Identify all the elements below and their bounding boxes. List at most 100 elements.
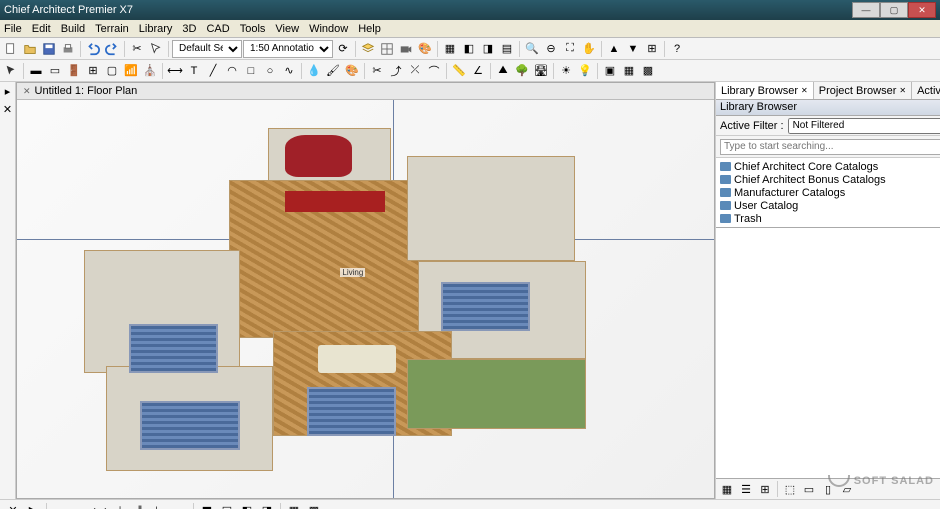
circle-icon[interactable]: ○ bbox=[261, 62, 279, 80]
zoom-out-icon[interactable]: ⊖ bbox=[542, 40, 560, 58]
door-icon[interactable]: 🚪 bbox=[65, 62, 83, 80]
light-icon[interactable]: 💡 bbox=[576, 62, 594, 80]
menu-3d[interactable]: 3D bbox=[182, 23, 196, 35]
floor-down-icon[interactable]: ▼ bbox=[624, 40, 642, 58]
bt-6-icon[interactable]: ⊢ bbox=[151, 502, 169, 509]
document-tab[interactable]: ✕ Untitled 1: Floor Plan bbox=[17, 83, 714, 100]
canvas-3d-view[interactable]: Living bbox=[17, 100, 714, 498]
eyedrop-icon[interactable]: 💧 bbox=[305, 62, 323, 80]
zoom-fit-icon[interactable]: ⛶ bbox=[561, 40, 579, 58]
break-icon[interactable]: ⤫ bbox=[406, 62, 424, 80]
cabinet-icon[interactable]: ▢ bbox=[103, 62, 121, 80]
maximize-button[interactable]: ▢ bbox=[880, 2, 908, 18]
help-icon[interactable]: ? bbox=[668, 40, 686, 58]
plant-icon[interactable]: 🌳 bbox=[513, 62, 531, 80]
search-input[interactable] bbox=[720, 139, 940, 155]
redo-icon[interactable] bbox=[103, 40, 121, 58]
tab-active-layer[interactable]: Active Layer Display Options bbox=[912, 82, 940, 99]
preview-list-icon[interactable]: ☰ bbox=[737, 480, 755, 498]
tree-node[interactable]: Trash bbox=[718, 212, 940, 225]
dimension-icon[interactable]: ⟷ bbox=[166, 62, 184, 80]
minimize-button[interactable]: — bbox=[852, 2, 880, 18]
bt-9-icon[interactable]: ⬓ bbox=[218, 502, 236, 509]
bt-5-icon[interactable]: ∥ bbox=[131, 502, 149, 509]
filter-select[interactable]: Not Filtered bbox=[788, 118, 940, 134]
extra1-icon[interactable]: ▣ bbox=[601, 62, 619, 80]
zoom-in-icon[interactable]: 🔍 bbox=[523, 40, 541, 58]
stair-icon[interactable]: 📶 bbox=[122, 62, 140, 80]
bt-13-icon[interactable]: ▩ bbox=[305, 502, 323, 509]
box-icon[interactable]: □ bbox=[242, 62, 260, 80]
render-icon[interactable]: 🎨 bbox=[416, 40, 434, 58]
paint-icon[interactable]: 🖌 bbox=[324, 62, 342, 80]
tab-close-icon[interactable]: ✕ bbox=[23, 86, 31, 97]
viewport[interactable]: ✕ Untitled 1: Floor Plan bbox=[16, 82, 715, 499]
sun-icon[interactable]: ☀ bbox=[557, 62, 575, 80]
menu-help[interactable]: Help bbox=[358, 23, 381, 35]
tool-c-icon[interactable]: ◨ bbox=[479, 40, 497, 58]
camera-icon[interactable] bbox=[397, 40, 415, 58]
wall-icon[interactable]: ▬ bbox=[27, 62, 45, 80]
menu-file[interactable]: File bbox=[4, 23, 22, 35]
preview-toggle-icon[interactable]: ▦ bbox=[718, 480, 736, 498]
menu-build[interactable]: Build bbox=[61, 23, 85, 35]
tree-node[interactable]: Chief Architect Bonus Catalogs bbox=[718, 173, 940, 186]
roof-icon[interactable]: ⛪ bbox=[141, 62, 159, 80]
tree-node[interactable]: User Catalog bbox=[718, 199, 940, 212]
extend-icon[interactable]: ⤴ bbox=[387, 62, 405, 80]
terrain-icon[interactable]: ⛰ bbox=[494, 62, 512, 80]
spline-icon[interactable]: ∿ bbox=[280, 62, 298, 80]
bt-11-icon[interactable]: ◨ bbox=[258, 502, 276, 509]
tab-library-browser[interactable]: Library Browser✕ bbox=[716, 82, 814, 99]
preview-3d-icon[interactable]: ⬚ bbox=[781, 480, 799, 498]
save-icon[interactable] bbox=[40, 40, 58, 58]
open-file-icon[interactable] bbox=[21, 40, 39, 58]
material-icon[interactable]: 🎨 bbox=[343, 62, 361, 80]
tree-node[interactable]: Manufacturer Catalogs bbox=[718, 186, 940, 199]
menu-edit[interactable]: Edit bbox=[32, 23, 51, 35]
measure-icon[interactable]: 📏 bbox=[450, 62, 468, 80]
bt-next-icon[interactable]: ▶ bbox=[24, 502, 42, 509]
select-icon[interactable] bbox=[147, 40, 165, 58]
bt-2-icon[interactable]: ▭ bbox=[71, 502, 89, 509]
rail-close-icon[interactable]: ✕ bbox=[1, 101, 15, 117]
bt-7-icon[interactable]: ⫠ bbox=[171, 502, 189, 509]
preview-front-icon[interactable]: ▭ bbox=[800, 480, 818, 498]
floor-up-icon[interactable]: ▲ bbox=[605, 40, 623, 58]
library-tree[interactable]: Chief Architect Core Catalogs Chief Arch… bbox=[716, 158, 940, 228]
extra3-icon[interactable]: ▩ bbox=[639, 62, 657, 80]
window-icon[interactable]: ⊞ bbox=[84, 62, 102, 80]
tree-node[interactable]: Chief Architect Core Catalogs bbox=[718, 160, 940, 173]
reference-icon[interactable]: ⊞ bbox=[643, 40, 661, 58]
menu-terrain[interactable]: Terrain bbox=[95, 23, 129, 35]
pan-icon[interactable]: ✋ bbox=[580, 40, 598, 58]
menu-library[interactable]: Library bbox=[139, 23, 173, 35]
menu-cad[interactable]: CAD bbox=[206, 23, 229, 35]
annotations-select[interactable]: 1:50 Annotations bbox=[243, 40, 333, 58]
new-file-icon[interactable] bbox=[2, 40, 20, 58]
extra2-icon[interactable]: ▦ bbox=[620, 62, 638, 80]
bt-8-icon[interactable]: ⬒ bbox=[198, 502, 216, 509]
rail-select-icon[interactable]: ▸ bbox=[1, 83, 15, 99]
tool-b-icon[interactable]: ◧ bbox=[460, 40, 478, 58]
refresh-icon[interactable]: ⟳ bbox=[334, 40, 352, 58]
arc-icon[interactable]: ◠ bbox=[223, 62, 241, 80]
menu-view[interactable]: View bbox=[275, 23, 299, 35]
bt-1-icon[interactable]: ▬ bbox=[51, 502, 69, 509]
tool-d-icon[interactable]: ▤ bbox=[498, 40, 516, 58]
trim-icon[interactable]: ✂ bbox=[368, 62, 386, 80]
preview-grid-icon[interactable]: ⊞ bbox=[756, 480, 774, 498]
pointer-icon[interactable] bbox=[2, 62, 20, 80]
print-icon[interactable] bbox=[59, 40, 77, 58]
default-set-select[interactable]: Default Set bbox=[172, 40, 242, 58]
cut-icon[interactable]: ✂ bbox=[128, 40, 146, 58]
bt-3-icon[interactable]: ⟷ bbox=[91, 502, 109, 509]
bt-10-icon[interactable]: ◧ bbox=[238, 502, 256, 509]
fillet-icon[interactable]: ⌒ bbox=[425, 62, 443, 80]
road-icon[interactable]: 🛣 bbox=[532, 62, 550, 80]
menu-tools[interactable]: Tools bbox=[240, 23, 266, 35]
angle-icon[interactable]: ∠ bbox=[469, 62, 487, 80]
close-button[interactable]: ✕ bbox=[908, 2, 936, 18]
bt-12-icon[interactable]: ▦ bbox=[285, 502, 303, 509]
tool-a-icon[interactable]: ▦ bbox=[441, 40, 459, 58]
